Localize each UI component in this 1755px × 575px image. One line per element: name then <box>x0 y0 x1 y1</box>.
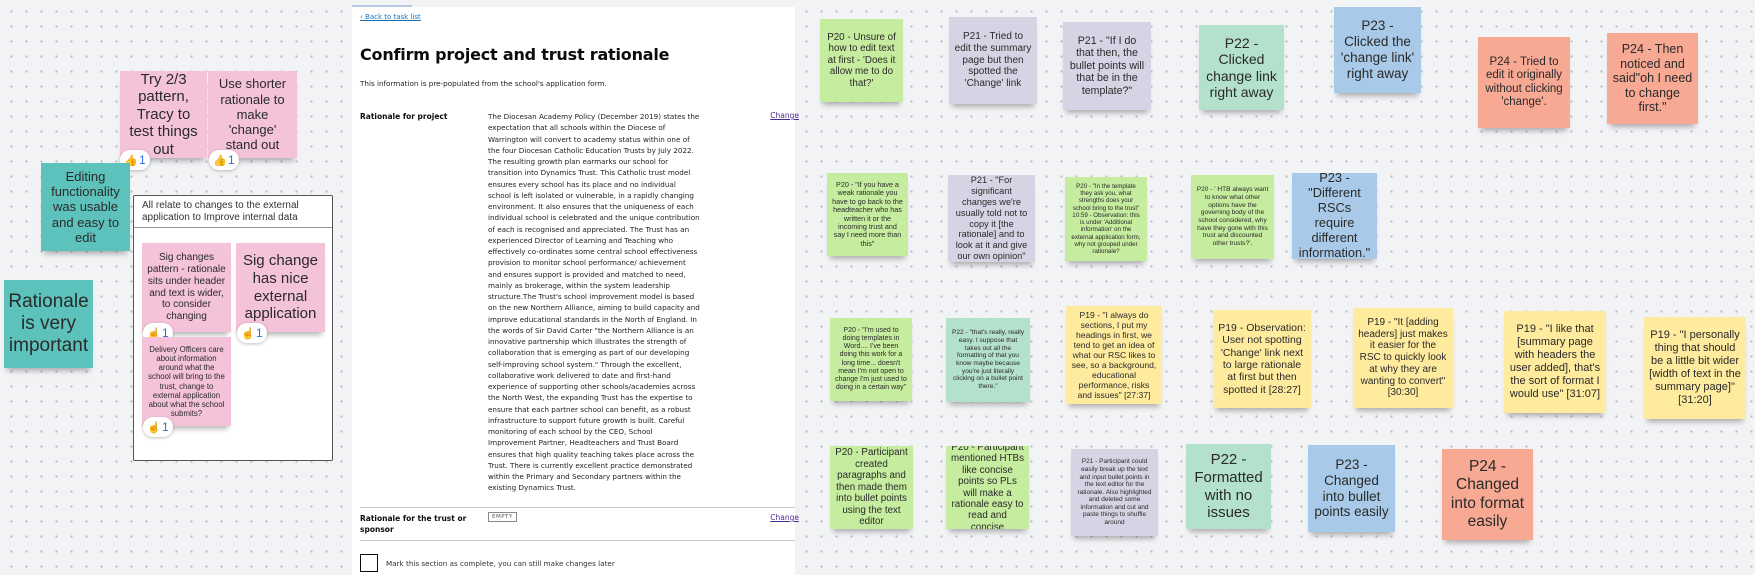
sticky-note-p24-changed[interactable]: P24 - Changed into format easily <box>1442 449 1533 540</box>
sticky-note-p19-sections[interactable]: P19 - "I always do sections, I put my he… <box>1066 306 1162 404</box>
sticky-note-p19-headers[interactable]: P19 - "It [adding headers] just makes it… <box>1353 308 1453 408</box>
sticky-note-p23-different[interactable]: P23 - "Different RSCs require different … <box>1292 173 1377 259</box>
sticky-note-p20-paragraphs[interactable]: P20 - Participant created paragraphs and… <box>830 446 913 529</box>
sticky-note-p22-clicked[interactable]: P22 - Clicked change link right away <box>1199 25 1284 110</box>
sticky-note-try-pattern[interactable]: Try 2/3 pattern, Tracy to test things ou… <box>120 71 207 158</box>
sticky-note-text: Try 2/3 pattern, Tracy to test things ou… <box>129 71 198 158</box>
embedded-page-screenshot: ‹ Back to task list Confirm project and … <box>352 7 799 575</box>
sticky-note-p23-clicked[interactable]: P23 - Clicked the 'change link' right aw… <box>1334 7 1421 93</box>
reaction-count: 1 <box>162 420 169 434</box>
sticky-note-p23-changed[interactable]: P23 - Changed into bullet points easily <box>1308 445 1395 532</box>
sticky-note-p20-htb[interactable]: P20 - ' HTB always want to know what oth… <box>1191 175 1274 259</box>
change-link-rationale-trust[interactable]: Change <box>770 513 799 522</box>
sticky-note-text: P20 - Participant created paragraphs and… <box>835 447 908 528</box>
row-divider <box>360 507 795 508</box>
sticky-note-text: P20 - "In the template they ask you, wha… <box>1071 182 1141 255</box>
sticky-note-p19-wider[interactable]: P19 - "I personally thing that should be… <box>1644 317 1746 419</box>
sticky-note-text: P20 - "If you have a weak rationale you … <box>832 179 903 248</box>
rationale-project-value: The Diocesan Academy Policy (December 20… <box>488 112 700 493</box>
page-lead: This information is pre-populated from t… <box>360 79 607 88</box>
sticky-note-text: P20 - Unsure of how to edit text at firs… <box>827 31 896 89</box>
sticky-note-p24-tried[interactable]: P24 - Tried to edit it originally withou… <box>1478 37 1570 128</box>
sticky-note-p20-word[interactable]: P20 - "I'm used to doing templates in Wo… <box>830 318 912 401</box>
sticky-note-text: Sig change has nice external application <box>242 252 319 323</box>
sticky-note-p21-tried[interactable]: P21 - Tried to edit the summary page but… <box>949 17 1037 104</box>
reaction-count: 1 <box>139 153 146 167</box>
reaction-count: 1 <box>228 153 235 167</box>
sticky-note-p22-formatted[interactable]: P22 - Formatted with no issues <box>1186 444 1271 529</box>
sticky-note-p20-unsure[interactable]: P20 - Unsure of how to edit text at firs… <box>820 19 903 102</box>
sticky-note-text: Sig changes pattern - rationale sits und… <box>147 252 226 322</box>
reaction-badge[interactable]: ☝ 1 <box>237 323 267 343</box>
sticky-note-text: P20 - Participant mentioned HTBs like co… <box>951 446 1024 529</box>
sticky-note-text: P19 - Observation: User not spotting 'Ch… <box>1218 322 1306 396</box>
back-link[interactable]: ‹ Back to task list <box>360 13 421 21</box>
mark-complete-checkbox[interactable] <box>360 554 378 572</box>
sticky-note-text: P19 - "I personally thing that should be… <box>1649 329 1741 406</box>
sticky-note-editing-functionality[interactable]: Editing functionality was usable and eas… <box>41 163 130 251</box>
sticky-note-sig-change-external[interactable]: Sig change has nice external application <box>236 243 325 332</box>
page-title: Confirm project and trust rationale <box>360 45 670 64</box>
sticky-note-text: P23 - Changed into bullet points easily <box>1314 456 1389 520</box>
sticky-note-p21-bullets[interactable]: P21 - "If I do that then, the bullet poi… <box>1063 22 1151 110</box>
sticky-note-text: P23 - "Different RSCs require different … <box>1298 173 1371 259</box>
sticky-note-text: P24 - Changed into format easily <box>1450 458 1525 530</box>
sticky-note-text: P19 - "I like that [summary page with he… <box>1509 323 1601 400</box>
sticky-note-text: P20 - ' HTB always want to know what oth… <box>1196 186 1269 248</box>
thumbs-up-icon: 👍 <box>213 154 227 167</box>
sticky-note-text: P22 - Clicked change link right away <box>1206 34 1277 100</box>
pointing-up-icon: ☝ <box>241 327 255 340</box>
sticky-note-delivery-officers[interactable]: Delivery Officers care about information… <box>142 337 231 426</box>
sticky-note-text: Delivery Officers care about information… <box>148 345 225 418</box>
sticky-note-text: P22 - "that's really, really easy. I sup… <box>951 329 1024 391</box>
row-divider <box>360 540 795 541</box>
sticky-note-text: P22 - Formatted with no issues <box>1194 451 1263 522</box>
row-label-rationale-project: Rationale for project <box>360 112 448 121</box>
reaction-badge[interactable]: 👍 1 <box>209 150 239 170</box>
reaction-count: 1 <box>256 326 263 340</box>
sticky-note-text: Editing functionality was usable and eas… <box>51 168 120 245</box>
back-link-label: Back to task list <box>365 13 421 21</box>
sticky-note-text: P21 - Participant could easily break up … <box>1077 458 1152 527</box>
sticky-note-sig-changes-pattern[interactable]: Sig changes pattern - rationale sits und… <box>142 243 231 332</box>
sticky-note-text: Use shorter rationale to make 'change' s… <box>218 76 287 153</box>
sticky-note-p19-observation[interactable]: P19 - Observation: User not spotting 'Ch… <box>1213 310 1311 408</box>
sticky-note-p21-significant[interactable]: P21 - "For significant changes we're usu… <box>948 175 1035 262</box>
pointing-up-icon: ☝ <box>147 421 161 434</box>
empty-tag: EMPTY <box>488 512 517 522</box>
sticky-note-p20-template[interactable]: P20 - "In the template they ask you, wha… <box>1065 177 1147 261</box>
row-label-rationale-trust: Rationale for the trust or sponsor <box>360 514 467 534</box>
sticky-note-text: P21 - "If I do that then, the bullet poi… <box>1069 35 1145 97</box>
sticky-note-text: P21 - Tried to edit the summary page but… <box>954 31 1032 90</box>
sticky-note-text: P24 - Then noticed and said"oh I need to… <box>1612 41 1693 115</box>
sticky-note-p20-weak[interactable]: P20 - "If you have a weak rationale you … <box>827 173 908 256</box>
sticky-note-rationale-important[interactable]: Rationale is very important <box>4 280 93 368</box>
reaction-badge[interactable]: ☝ 1 <box>143 417 173 437</box>
sticky-note-p24-noticed[interactable]: P24 - Then noticed and said"oh I need to… <box>1607 33 1698 124</box>
frame-title: All relate to changes to the external ap… <box>134 196 332 228</box>
mark-complete-label: Mark this section as complete, you can s… <box>386 559 615 568</box>
sticky-note-p21-breakup[interactable]: P21 - Participant could easily break up … <box>1071 449 1158 536</box>
sticky-note-text: P20 - "I'm used to doing templates in Wo… <box>835 326 907 392</box>
sticky-note-shorter-rationale[interactable]: Use shorter rationale to make 'change' s… <box>208 71 297 158</box>
sticky-note-text: P19 - "It [adding headers] just makes it… <box>1358 317 1448 399</box>
sticky-note-text: P23 - Clicked the 'change link' right aw… <box>1340 18 1415 81</box>
sticky-note-text: P19 - "I always do sections, I put my he… <box>1071 309 1157 401</box>
sticky-note-p20-htbs-concise[interactable]: P20 - Participant mentioned HTBs like co… <box>946 446 1029 529</box>
sticky-note-p22-easy[interactable]: P22 - "that's really, really easy. I sup… <box>946 318 1030 402</box>
sticky-note-text: Rationale is very important <box>8 291 89 356</box>
sticky-note-text: P24 - Tried to edit it originally withou… <box>1485 55 1563 108</box>
change-link-rationale-project[interactable]: Change <box>770 111 799 120</box>
sticky-note-p19-like[interactable]: P19 - "I like that [summary page with he… <box>1504 311 1606 413</box>
sticky-note-text: P21 - "For significant changes we're usu… <box>955 175 1028 261</box>
